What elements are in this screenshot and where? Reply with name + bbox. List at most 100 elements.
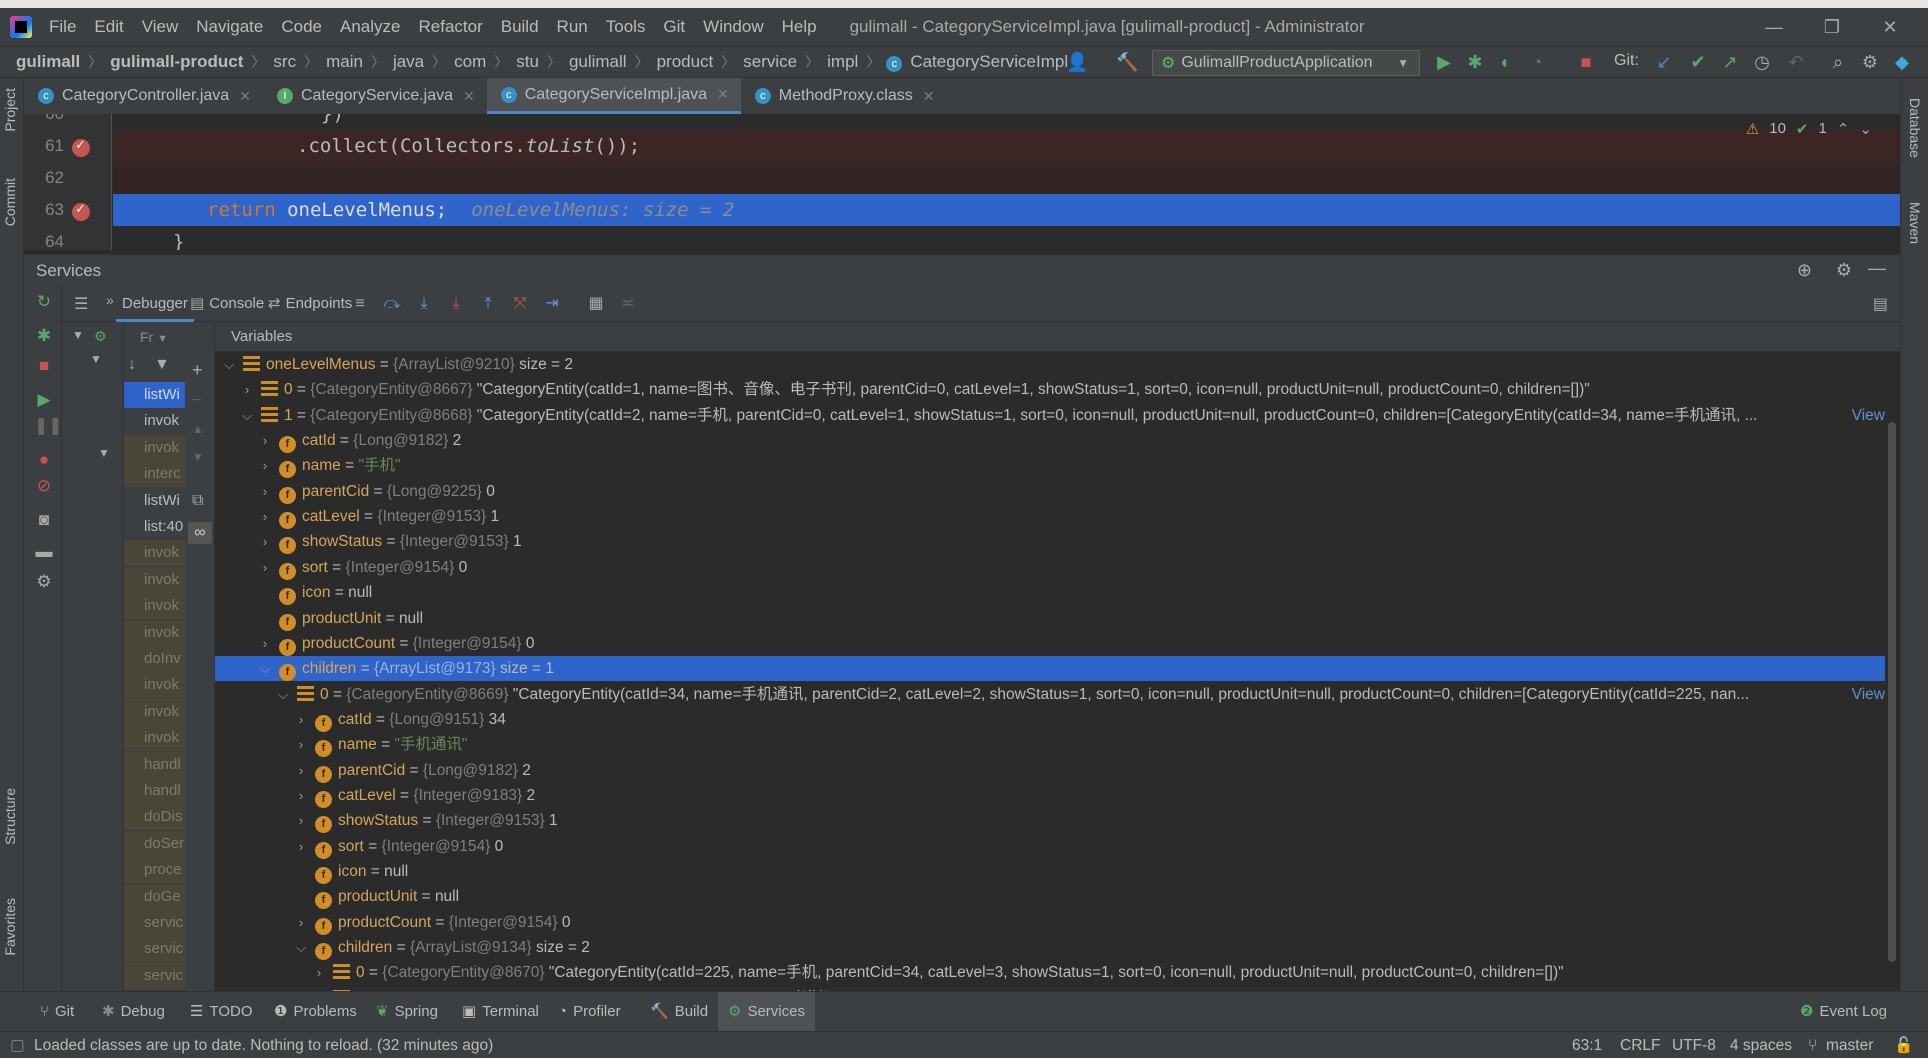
stack-frame[interactable]: handl xyxy=(124,778,185,804)
variable-row[interactable]: › f name = "手机" xyxy=(215,453,1885,479)
menu-tools[interactable]: Tools xyxy=(597,8,655,46)
chevron-right-icon[interactable]: › xyxy=(257,555,273,580)
view-link[interactable]: View xyxy=(1847,681,1885,707)
tab-endpoints[interactable]: ⇄ Endpoints xyxy=(268,286,352,322)
commit-tool-button[interactable]: Commit xyxy=(2,178,18,226)
chevron-down-icon[interactable]: ⌵ xyxy=(293,935,309,960)
target-icon[interactable]: ⊕ xyxy=(1797,260,1812,281)
inspection-widget[interactable]: ⚠ 10 ✔ 1 ⌃ ⌄ xyxy=(1746,120,1872,138)
chevron-down-icon[interactable]: ▼ xyxy=(90,352,102,366)
variable-row[interactable]: ⌵ 1 = {CategoryEntity@8668} "CategoryEnti… xyxy=(215,402,1885,428)
arrow-down-icon[interactable]: ↓ xyxy=(128,356,136,374)
variable-row[interactable]: › 0 = {CategoryEntity@8670} "CategoryEnti… xyxy=(215,960,1885,985)
variable-row[interactable]: › f sort = {Integer@9154} 0 xyxy=(215,834,1885,859)
stack-frame[interactable]: list:40 xyxy=(124,514,185,540)
git-push-icon[interactable]: ↗ xyxy=(1720,52,1740,72)
breadcrumb-service[interactable]: service xyxy=(741,52,799,72)
close-tab-icon[interactable]: ✕ xyxy=(463,88,475,105)
add-watch-icon[interactable]: + xyxy=(192,360,203,381)
breadcrumb-gulimall[interactable]: gulimall xyxy=(567,52,629,72)
variable-row[interactable]: › f productCount = {Integer@9154} 0 xyxy=(215,910,1885,935)
rollback-icon[interactable]: ↶ xyxy=(1786,52,1806,72)
search-icon[interactable]: ⌕ xyxy=(1828,52,1848,72)
camera-icon[interactable]: ◙ xyxy=(34,510,54,530)
tool-tab-build[interactable]: 🔨 Build xyxy=(650,992,708,1032)
breakpoint-icon[interactable] xyxy=(72,201,90,221)
menu-build[interactable]: Build xyxy=(492,8,548,46)
menu-analyze[interactable]: Analyze xyxy=(331,8,409,46)
layout-icon[interactable]: ▤ xyxy=(1873,294,1888,314)
menu-code[interactable]: Code xyxy=(272,8,331,46)
breadcrumb-src[interactable]: src xyxy=(271,52,298,72)
caret-position[interactable]: 63:1 xyxy=(1572,1032,1602,1058)
layout-icon[interactable]: ▬ xyxy=(34,542,54,562)
tool-tab-debug[interactable]: ✱ Debug xyxy=(102,992,165,1032)
variable-row[interactable]: › f parentCid = {Long@9225} 0 xyxy=(215,479,1885,504)
breakpoint-icon[interactable] xyxy=(72,137,90,157)
mute-breakpoints-icon[interactable]: ⊘ xyxy=(34,476,54,496)
chevron-down-icon[interactable]: ▼ xyxy=(72,328,84,342)
database-tool-button[interactable]: Database xyxy=(1907,98,1923,158)
stack-frame[interactable]: invok xyxy=(124,593,185,620)
services-tree[interactable]: ▼ ⚙ ▼ ▼ xyxy=(62,322,124,991)
chevron-down-icon[interactable]: ⌵ xyxy=(257,656,273,681)
stack-frame[interactable]: listWi xyxy=(124,382,185,408)
close-tab-icon[interactable]: ✕ xyxy=(239,88,251,105)
variable-row[interactable]: › f showStatus = {Integer@9153} 1 xyxy=(215,529,1885,555)
chevron-down-icon[interactable]: ▼ xyxy=(98,446,110,460)
step-out-icon[interactable]: ⤒ xyxy=(478,294,498,314)
breadcrumb-stu[interactable]: stu xyxy=(514,52,541,72)
variable-row[interactable]: ⌵ oneLevelMenus = {ArrayList@9210} size =… xyxy=(215,352,1885,377)
chevron-right-icon[interactable]: › xyxy=(257,479,273,504)
chevron-right-icon[interactable]: › xyxy=(293,783,309,808)
coverage-icon[interactable]: ◐ xyxy=(1496,52,1516,72)
history-icon[interactable]: ◷ xyxy=(1752,52,1772,72)
menu-edit[interactable]: Edit xyxy=(85,8,132,46)
menu-icon[interactable]: ≡ xyxy=(350,294,370,314)
stack-frame[interactable]: doSer xyxy=(124,830,185,857)
chevron-right-icon[interactable]: › xyxy=(257,428,273,453)
editor-gutter[interactable]: 60 61 62 63 64 xyxy=(24,114,112,250)
chevron-right-icon[interactable]: › xyxy=(293,808,309,833)
copy-icon[interactable]: ⧉ xyxy=(192,492,203,510)
tool-tab-git[interactable]: ⑂ Git xyxy=(40,992,74,1032)
close-tab-icon[interactable]: ✕ xyxy=(923,88,935,105)
collapse-all-icon[interactable]: ☰ xyxy=(74,294,88,314)
stack-frame[interactable]: handl xyxy=(124,751,185,778)
chevron-right-icon[interactable]: › xyxy=(311,960,327,985)
settings-icon[interactable]: ⚙ xyxy=(34,572,54,592)
rerun-icon[interactable]: ↻ xyxy=(34,292,54,312)
close-window-icon[interactable]: ✕ xyxy=(1862,8,1918,46)
stack-frame[interactable]: invok xyxy=(124,725,185,752)
run-configuration-select[interactable]: ⚙ GulimallProductApplication ▼ xyxy=(1152,50,1420,76)
view-breakpoints-icon[interactable]: ● xyxy=(34,450,54,470)
close-tab-icon[interactable]: ✕ xyxy=(717,86,729,103)
variable-row[interactable]: › f catId = {Long@9151} 34 xyxy=(215,707,1885,732)
project-tool-button[interactable]: Project xyxy=(2,88,18,132)
more-icon[interactable]: » xyxy=(106,292,114,308)
stack-frame[interactable]: doInv xyxy=(124,646,185,672)
stop-icon[interactable]: ■ xyxy=(1576,52,1596,72)
variable-row[interactable]: f productUnit = null xyxy=(215,884,1885,910)
tool-tab-todo[interactable]: ☰ TODO xyxy=(190,992,253,1032)
chevron-right-icon[interactable]: › xyxy=(257,631,273,656)
settings-icon[interactable]: ⚙ xyxy=(1860,52,1880,72)
debug-icon[interactable]: ✱ xyxy=(34,326,54,346)
menu-run[interactable]: Run xyxy=(548,8,597,46)
evaluate-expression-icon[interactable]: ▦ xyxy=(586,294,606,314)
chevron-right-icon[interactable]: › xyxy=(293,834,309,859)
settings-icon[interactable]: ⚙ xyxy=(1836,260,1852,281)
menu-file[interactable]: File xyxy=(40,8,85,46)
debug-icon[interactable]: ✱ xyxy=(1465,52,1485,72)
chevron-right-icon[interactable]: › xyxy=(293,707,309,732)
status-toggle-icon[interactable]: ▢ xyxy=(10,1032,25,1058)
stack-frame[interactable]: invok xyxy=(124,698,185,725)
tab-category-controller[interactable]: c CategoryController.java ✕ xyxy=(24,78,263,114)
pause-icon[interactable]: ❚❚ xyxy=(34,416,63,436)
profile-icon[interactable]: ◔ xyxy=(1527,52,1547,72)
chevron-down-icon[interactable]: ⌄ xyxy=(1859,120,1872,138)
filter-icon[interactable]: ▼ xyxy=(154,356,170,374)
git-update-icon[interactable]: ↙ xyxy=(1654,52,1674,72)
drop-frame-icon[interactable]: ⤧ xyxy=(510,294,530,314)
tool-tab-spring[interactable]: ❦ Spring xyxy=(376,992,438,1032)
